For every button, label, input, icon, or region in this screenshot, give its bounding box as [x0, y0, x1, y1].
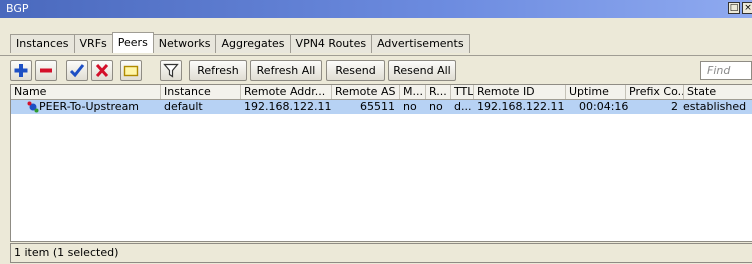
- maximize-icon[interactable]: □: [728, 2, 740, 14]
- column-header-ttl[interactable]: TTL: [451, 85, 474, 99]
- tab-peers[interactable]: Peers: [111, 32, 154, 53]
- column-header-remote-id[interactable]: Remote ID: [474, 85, 566, 99]
- column-header-instance[interactable]: Instance: [161, 85, 241, 99]
- cell-name: PEER-To-Upstream: [39, 100, 140, 113]
- title-bar[interactable]: BGP □ ×: [0, 0, 752, 18]
- bgp-window: BGP □ × Instances VRFs Peers Networks Ag…: [0, 0, 752, 264]
- minus-icon: [40, 68, 52, 73]
- table-row[interactable]: PEER-To-Upstream default 192.168.122.11 …: [11, 100, 752, 114]
- refresh-button[interactable]: Refresh: [189, 60, 247, 81]
- column-header-r[interactable]: R...: [426, 85, 451, 99]
- cell-remote-as: 65511: [360, 100, 395, 113]
- cell-remote-address: 192.168.122.11: [244, 100, 332, 113]
- column-header-name[interactable]: Name: [11, 85, 161, 99]
- cross-icon: [95, 63, 109, 78]
- window-title: BGP: [6, 2, 29, 15]
- column-header-m[interactable]: M...: [400, 85, 426, 99]
- comment-button[interactable]: [120, 60, 142, 81]
- toolbar: Refresh Refresh All Resend Resend All Fi…: [0, 55, 752, 84]
- comment-icon: [123, 65, 139, 77]
- cell-prefix-count: 2: [671, 100, 678, 113]
- tab-instances[interactable]: Instances: [10, 34, 75, 53]
- tab-advertisements[interactable]: Advertisements: [371, 34, 470, 53]
- resend-button[interactable]: Resend: [326, 60, 385, 81]
- checkmark-icon: [69, 64, 85, 78]
- cell-state: established: [683, 100, 747, 113]
- resend-all-button[interactable]: Resend All: [388, 60, 456, 81]
- close-icon[interactable]: ×: [742, 2, 752, 14]
- column-header-uptime[interactable]: Uptime: [566, 85, 626, 99]
- cell-ttl: d...: [454, 100, 472, 113]
- tab-vpn4-routes[interactable]: VPN4 Routes: [289, 34, 373, 53]
- column-header-prefix-count[interactable]: Prefix Co...: [626, 85, 684, 99]
- peers-table: Name Instance Remote Addr... Remote AS M…: [10, 84, 752, 242]
- column-header-state[interactable]: State: [684, 85, 752, 99]
- cell-instance: default: [164, 100, 203, 113]
- enable-button[interactable]: [66, 60, 88, 81]
- add-button[interactable]: [10, 60, 32, 81]
- peer-icon: [27, 101, 39, 113]
- cell-remote-id: 192.168.122.11: [477, 100, 565, 113]
- status-bar: 1 item (1 selected): [10, 243, 752, 263]
- tab-bar: Instances VRFs Peers Networks Aggregates…: [10, 32, 470, 54]
- plus-icon: [14, 64, 28, 77]
- find-input[interactable]: Find: [700, 61, 752, 80]
- remove-button[interactable]: [35, 60, 57, 81]
- cell-uptime: 00:04:16: [579, 100, 629, 113]
- table-header: Name Instance Remote Addr... Remote AS M…: [11, 85, 752, 100]
- column-header-remote-as[interactable]: Remote AS: [332, 85, 400, 99]
- tab-aggregates[interactable]: Aggregates: [215, 34, 291, 53]
- tab-vrfs[interactable]: VRFs: [73, 34, 113, 53]
- column-header-remote-address[interactable]: Remote Addr...: [241, 85, 332, 99]
- filter-icon: [163, 63, 179, 78]
- refresh-all-button[interactable]: Refresh All: [250, 60, 322, 81]
- cell-r: no: [429, 100, 443, 113]
- disable-button[interactable]: [91, 60, 113, 81]
- tab-networks[interactable]: Networks: [152, 34, 217, 53]
- cell-m: no: [403, 100, 417, 113]
- filter-button[interactable]: [160, 60, 182, 81]
